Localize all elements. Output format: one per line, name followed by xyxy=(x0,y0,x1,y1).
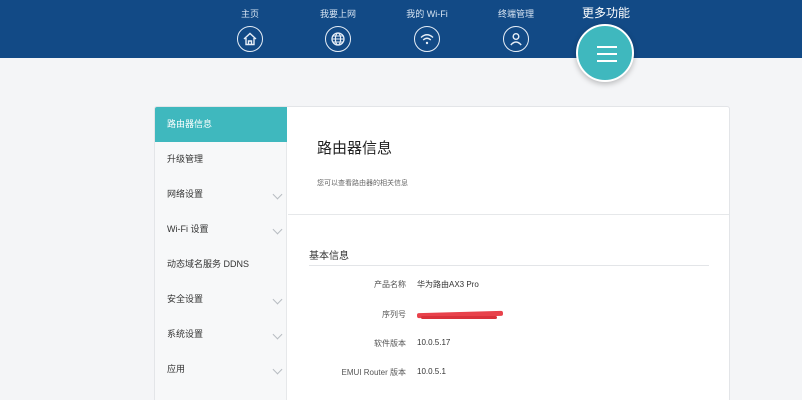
top-navigation-bar: 主页 我要上网 我的 Wi-Fi 终端管理 xyxy=(0,0,802,58)
sidebar-item-router-info[interactable]: 路由器信息 xyxy=(155,107,287,142)
sidebar-item-ddns[interactable]: 动态域名服务 DDNS xyxy=(155,247,287,282)
wifi-icon xyxy=(414,26,440,52)
sidebar-item-system[interactable]: 系统设置 xyxy=(155,317,287,352)
info-label: 软件版本 xyxy=(374,339,406,348)
sidebar-item-apps[interactable]: 应用 xyxy=(155,352,287,387)
section-title-basic-info: 基本信息 xyxy=(309,251,349,262)
nav-internet[interactable]: 我要上网 xyxy=(308,8,368,52)
info-row-emui-version: EMUI Router 版本 10.0.5.1 xyxy=(288,367,729,381)
nav-devices-label: 终端管理 xyxy=(497,9,534,19)
info-row-software-version: 软件版本 10.0.5.17 xyxy=(288,338,729,352)
more-functions-button[interactable] xyxy=(576,24,634,82)
nav-wifi[interactable]: 我的 Wi-Fi xyxy=(397,8,457,52)
info-value: 10.0.5.1 xyxy=(417,367,446,376)
nav-devices[interactable]: 终端管理 xyxy=(486,8,546,52)
sidebar-item-network[interactable]: 网络设置 xyxy=(155,177,287,212)
sidebar-item-label: 网络设置 xyxy=(167,189,204,199)
redaction-mark xyxy=(421,316,497,319)
info-row-product-name: 产品名称 华为路由AX3 Pro xyxy=(288,279,729,293)
section-divider xyxy=(309,265,709,266)
settings-panel: 路由器信息 升级管理 网络设置 Wi-Fi 设置 动态域名服务 DDNS 安全设… xyxy=(154,106,730,400)
content-area: 路由器信息 您可以查看路由器的相关信息 基本信息 产品名称 华为路由AX3 Pr… xyxy=(288,107,729,400)
sidebar-menu: 路由器信息 升级管理 网络设置 Wi-Fi 设置 动态域名服务 DDNS 安全设… xyxy=(155,107,287,400)
sidebar-item-label: 升级管理 xyxy=(167,154,204,164)
sidebar-item-upgrade[interactable]: 升级管理 xyxy=(155,142,287,177)
nav-internet-label: 我要上网 xyxy=(319,9,356,19)
chevron-down-icon xyxy=(272,189,283,200)
sidebar-item-label: 应用 xyxy=(167,364,186,374)
sidebar-item-label: 路由器信息 xyxy=(167,119,213,129)
sidebar-item-label: Wi-Fi 设置 xyxy=(167,224,209,234)
info-label: EMUI Router 版本 xyxy=(341,368,406,377)
sidebar-item-wifi[interactable]: Wi-Fi 设置 xyxy=(155,212,287,247)
more-functions-label: 更多功能 xyxy=(581,6,630,20)
globe-icon xyxy=(325,26,351,52)
page-subtitle: 您可以查看路由器的相关信息 xyxy=(317,180,408,187)
sidebar-item-label: 安全设置 xyxy=(167,294,204,304)
nav-wifi-label: 我的 Wi-Fi xyxy=(406,9,448,19)
chevron-down-icon xyxy=(272,364,283,375)
page-title: 路由器信息 xyxy=(317,140,393,157)
user-icon xyxy=(503,26,529,52)
chevron-down-icon xyxy=(272,294,283,305)
info-label: 产品名称 xyxy=(374,280,406,289)
info-value: 10.0.5.17 xyxy=(417,338,451,347)
nav-home-label: 主页 xyxy=(240,9,259,19)
sidebar-item-label: 系统设置 xyxy=(167,329,204,339)
info-row-serial-number: 序列号 xyxy=(288,309,729,323)
chevron-down-icon xyxy=(272,329,283,340)
sidebar-item-label: 动态域名服务 DDNS xyxy=(167,259,250,269)
info-label: 序列号 xyxy=(382,310,406,319)
nav-home[interactable]: 主页 xyxy=(220,8,280,52)
content-header: 路由器信息 您可以查看路由器的相关信息 xyxy=(288,107,729,215)
home-icon xyxy=(237,26,263,52)
sidebar-item-security[interactable]: 安全设置 xyxy=(155,282,287,317)
info-value: 华为路由AX3 Pro xyxy=(417,280,479,289)
chevron-down-icon xyxy=(272,224,283,235)
